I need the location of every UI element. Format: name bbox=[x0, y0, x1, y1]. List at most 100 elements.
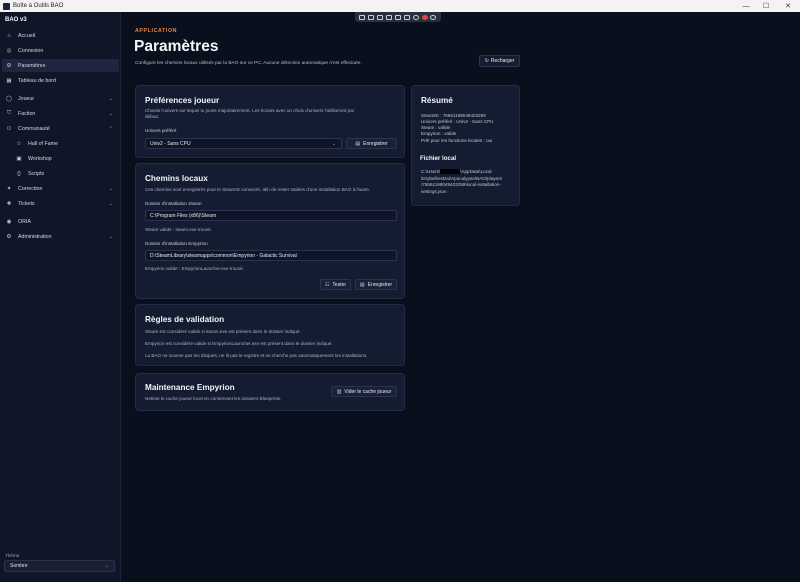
record-icon[interactable] bbox=[421, 14, 428, 20]
rules-card: Règles de validation Steam est considéré… bbox=[135, 304, 405, 366]
sidebar-item-label: Tableau de bord bbox=[18, 77, 56, 84]
rules-line: La BAO ne scanne pas tes disques, ne lit… bbox=[145, 353, 368, 358]
file-path-line: settings.json bbox=[421, 189, 447, 194]
test-label: Tester bbox=[332, 281, 347, 288]
sidebar-item-label: Communauté bbox=[18, 125, 50, 132]
window-titlebar: Boîte à Outils BAO — ☐ ✕ bbox=[0, 0, 800, 12]
summary-title: Résumé bbox=[421, 96, 453, 105]
sidebar-item-scripts[interactable]: {} Scripts bbox=[12, 167, 119, 180]
universe-select[interactable]: Univ2 - Sans CPU ⌄ bbox=[145, 138, 342, 149]
theme-select[interactable]: Sombre ⌄ bbox=[4, 560, 115, 572]
empyrion-status: Empyrion valide : EmpyrionLauncher.exe t… bbox=[145, 266, 244, 271]
summary-steamid: SteamID : 76561198049403259 bbox=[421, 113, 486, 118]
reload-button[interactable]: ↻ Recharger bbox=[479, 55, 520, 67]
app-title: BAO v3 bbox=[5, 17, 27, 23]
sparkle-icon: ✦ bbox=[6, 185, 12, 192]
chevron-down-icon: ⌄ bbox=[104, 563, 109, 569]
sidebar-item-label: Workshop bbox=[28, 155, 52, 162]
paths-save-button[interactable]: ▤ Enregistrer bbox=[355, 279, 397, 290]
sidebar-item-administration[interactable]: ⚙ Administration ⌄ bbox=[2, 230, 119, 243]
empyrion-path-input[interactable]: D:\SteamLibrary\steamapps\common\Empyrio… bbox=[145, 250, 397, 261]
user-icon: ◎ bbox=[6, 47, 12, 54]
sidebar-item-label: Administration bbox=[18, 233, 52, 240]
sidebar-item-accueil[interactable]: ⌂ Accueil bbox=[2, 29, 119, 42]
sidebar-item-label: Connexion bbox=[18, 47, 44, 54]
shield-icon: ⛉ bbox=[6, 110, 12, 116]
theme-value: Sombre bbox=[10, 563, 28, 569]
rules-title: Règles de validation bbox=[145, 315, 225, 324]
steam-path-input[interactable]: C:\Program Files (x86)\Steam bbox=[145, 210, 397, 221]
universe-label: Univers préféré bbox=[145, 128, 177, 133]
file-path-line: \76561198049403259\local-installation- bbox=[421, 182, 501, 187]
hd-icon[interactable] bbox=[403, 14, 410, 20]
sidebar-item-tableau-de-bord[interactable]: ▦ Tableau de bord bbox=[2, 74, 119, 87]
maintenance-title: Maintenance Empyrion bbox=[145, 383, 235, 392]
file-path-line: C:\Users\ \AppData\Local bbox=[421, 169, 492, 175]
paths-title: Chemins locaux bbox=[145, 174, 208, 183]
prefs-save-button[interactable]: ▤ Enregistrer bbox=[346, 138, 397, 149]
test-button[interactable]: ☷ Tester bbox=[320, 279, 351, 290]
sidebar-item-label: Joueur bbox=[18, 95, 35, 102]
sidebar-item-workshop[interactable]: ▣ Workshop bbox=[12, 152, 119, 165]
sidebar-item-label: Accueil bbox=[18, 32, 36, 39]
save-label: Enregistrer bbox=[363, 140, 388, 147]
sidebar-item-label: Paramètres bbox=[18, 62, 46, 69]
floating-toolbar bbox=[355, 12, 441, 22]
reload-label: Recharger bbox=[490, 58, 515, 64]
sidebar-item-parametres[interactable]: ⚙ Paramètres bbox=[2, 59, 119, 72]
file-title: Fichier local bbox=[420, 155, 457, 162]
sidebar: BAO v3 ⌂ Accueil ◎ Connexion ⚙ Paramètre… bbox=[0, 12, 121, 582]
summary-steam: Steam : valide bbox=[421, 125, 451, 130]
steam-status: Steam valide : steam.exe trouvé. bbox=[145, 227, 212, 232]
summary-empyrion: Empyrion : valide bbox=[421, 131, 457, 136]
sidebar-item-oria[interactable]: ◉ ORIA bbox=[2, 215, 119, 228]
save-label: Enregistrer bbox=[367, 281, 393, 288]
dashboard-icon: ▦ bbox=[6, 77, 12, 84]
chevron-down-icon: ⌄ bbox=[108, 200, 113, 207]
blueprint-icon: ▣ bbox=[16, 155, 22, 162]
pause-icon[interactable] bbox=[412, 14, 419, 20]
maintenance-card: Maintenance Empyrion Nettoie le cache jo… bbox=[135, 373, 405, 411]
sidebar-item-faction[interactable]: ⛉ Faction ⌄ bbox=[2, 107, 119, 120]
sidebar-item-hall-of-fame[interactable]: ☆ Hall of Fame bbox=[12, 137, 119, 150]
summary-card: Résumé bbox=[411, 85, 520, 206]
save-icon: ▤ bbox=[355, 140, 361, 147]
code-icon: {} bbox=[17, 170, 21, 177]
chevron-down-icon: ⌄ bbox=[108, 233, 113, 240]
clear-cache-button[interactable]: ▥ Vider le cache joueur bbox=[331, 386, 397, 397]
prefs-card: Préférences joueur Choisis l'univers sur… bbox=[135, 85, 405, 158]
sidebar-item-correction[interactable]: ✦ Correction ⌄ bbox=[2, 182, 119, 195]
empyrion-label: Dossier d'installation Empyrion bbox=[145, 241, 208, 246]
theme-label: Thème bbox=[5, 553, 20, 558]
rules-line: Steam est considéré valide si steam.exe … bbox=[145, 329, 301, 334]
chevron-down-icon: ⌄ bbox=[331, 140, 336, 147]
sidebar-item-tickets[interactable]: ✚ Tickets ⌄ bbox=[2, 197, 119, 210]
redacted-username bbox=[440, 169, 461, 175]
app-icon bbox=[3, 2, 10, 10]
minimize-button[interactable]: — bbox=[736, 0, 756, 12]
prefs-title: Préférences joueur bbox=[145, 96, 220, 105]
window-icon[interactable] bbox=[359, 14, 366, 20]
sidebar-item-communaute[interactable]: ⚇ Communauté ⌃ bbox=[2, 122, 119, 135]
prefs-description: Choisis l'univers sur lequel tu joues ma… bbox=[145, 108, 400, 120]
sidebar-item-connexion[interactable]: ◎ Connexion bbox=[2, 44, 119, 57]
maximize-button[interactable]: ☐ bbox=[756, 0, 776, 12]
layout-icon[interactable] bbox=[394, 14, 401, 20]
star-icon: ☆ bbox=[16, 140, 22, 147]
more-icon[interactable] bbox=[430, 14, 437, 20]
chevron-up-icon: ⌃ bbox=[108, 125, 113, 132]
sidebar-item-joueur[interactable]: ◯ Joueur ⌄ bbox=[2, 92, 119, 105]
oria-icon: ◉ bbox=[6, 218, 12, 225]
sidebar-item-label: Tickets bbox=[18, 200, 35, 207]
sidebar-item-label: Faction bbox=[18, 110, 36, 117]
section-kicker: APPLICATION bbox=[135, 28, 178, 34]
file-path-part: C:\Users\ bbox=[421, 169, 441, 174]
monitor-icon[interactable] bbox=[386, 14, 393, 20]
test-icon: ☷ bbox=[324, 281, 330, 288]
video-icon[interactable] bbox=[368, 14, 375, 20]
gear-icon: ⚙ bbox=[6, 62, 12, 69]
screen-icon[interactable] bbox=[377, 14, 384, 20]
community-icon: ⚇ bbox=[6, 125, 12, 132]
close-button[interactable]: ✕ bbox=[778, 0, 798, 12]
person-icon: ◯ bbox=[5, 95, 13, 102]
